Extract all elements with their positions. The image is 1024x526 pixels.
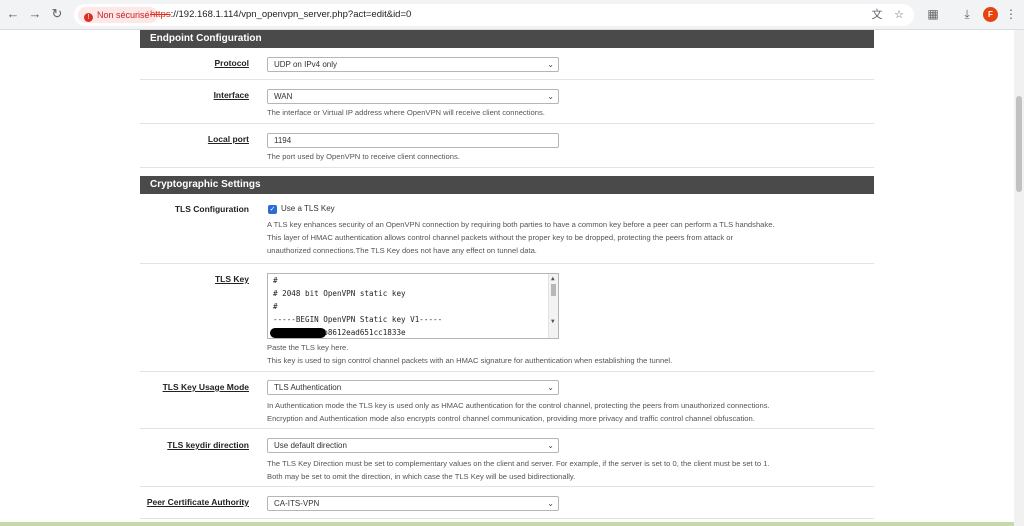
- chevron-down-icon: ⌄: [547, 441, 554, 450]
- reload-icon[interactable]: ↻: [50, 7, 64, 21]
- address-bar[interactable]: ! Non sécurisé https://192.168.1.114/vpn_…: [74, 4, 914, 26]
- interface-row: Interface WAN ⌄ The interface or Virtual …: [140, 80, 874, 124]
- protocol-row: Protocol UDP on IPv4 only ⌄: [140, 48, 874, 80]
- tls-key-label: TLS Key: [214, 274, 249, 284]
- interface-select[interactable]: WAN ⌄: [267, 89, 559, 104]
- tls-usage-row: TLS Key Usage Mode TLS Authentication ⌄ I…: [140, 372, 874, 429]
- scroll-down-icon[interactable]: ▼: [551, 318, 555, 325]
- scroll-up-icon[interactable]: ▲: [551, 275, 555, 282]
- tls-config-help-3: unauthorized connections.The TLS Key doe…: [267, 246, 537, 255]
- tls-usage-select[interactable]: TLS Authentication ⌄: [267, 380, 559, 395]
- tls-key-help-2: This key is used to sign control channel…: [267, 356, 673, 365]
- bottom-divider: [0, 522, 1014, 526]
- download-icon[interactable]: ⤓: [960, 7, 974, 21]
- scroll-thumb[interactable]: [551, 284, 556, 296]
- protocol-select[interactable]: UDP on IPv4 only ⌄: [267, 57, 559, 72]
- chevron-down-icon: ⌄: [547, 499, 554, 508]
- tls-config-help-1: A TLS key enhances security of an OpenVP…: [267, 220, 775, 229]
- back-icon[interactable]: ←: [6, 7, 20, 21]
- tls-key-textarea[interactable]: # # 2048 bit OpenVPN static key # -----B…: [267, 273, 559, 339]
- tls-usage-label: TLS Key Usage Mode: [162, 382, 249, 392]
- tls-key-row: TLS Key # # 2048 bit OpenVPN static key …: [140, 264, 874, 372]
- tls-keydir-select[interactable]: Use default direction ⌄: [267, 438, 559, 453]
- tls-keydir-help-2: Both may be set to omit the direction, i…: [267, 472, 576, 481]
- endpoint-section-header: Endpoint Configuration: [140, 30, 874, 48]
- interface-label: Interface: [213, 90, 249, 100]
- interface-help: The interface or Virtual IP address wher…: [267, 108, 545, 117]
- local-port-row: Local port 1194 The port used by OpenVPN…: [140, 124, 874, 168]
- security-chip[interactable]: ! Non sécurisé: [78, 7, 158, 23]
- warning-icon: !: [84, 13, 93, 22]
- peer-ca-label: Peer Certificate Authority: [146, 497, 249, 507]
- profile-avatar[interactable]: F: [983, 7, 998, 22]
- tls-keydir-help-1: The TLS Key Direction must be set to com…: [267, 459, 770, 468]
- browser-toolbar: ← → ↻ ! Non sécurisé https://192.168.1.11…: [0, 0, 1024, 30]
- use-tls-key-checkbox[interactable]: ✓: [268, 205, 277, 214]
- tls-key-help-1: Paste the TLS key here.: [267, 343, 349, 352]
- textarea-scrollbar[interactable]: ▲ ▼: [548, 274, 558, 338]
- local-port-input[interactable]: 1194: [267, 133, 559, 148]
- security-label: Non sécurisé: [97, 10, 150, 20]
- chevron-down-icon: ⌄: [547, 92, 554, 101]
- crypto-section-header: Cryptographic Settings: [140, 176, 874, 194]
- tls-config-help-2: This layer of HMAC authentication allows…: [267, 233, 733, 242]
- bookmark-star-icon[interactable]: ☆: [892, 8, 906, 22]
- tls-usage-help-2: Encryption and Authentication mode also …: [267, 414, 755, 423]
- tls-config-label: TLS Configuration: [174, 204, 249, 214]
- redaction-mark: [270, 328, 326, 338]
- chevron-down-icon: ⌄: [547, 383, 554, 392]
- tls-usage-help-1: In Authentication mode the TLS key is us…: [267, 401, 770, 410]
- menu-icon[interactable]: ⋮: [1004, 7, 1018, 21]
- protocol-label: Protocol: [214, 58, 249, 68]
- local-port-label: Local port: [207, 134, 249, 144]
- page-scroll-thumb[interactable]: [1016, 96, 1022, 192]
- forward-icon[interactable]: →: [28, 7, 42, 21]
- url-text[interactable]: https://192.168.1.114/vpn_openvpn_server…: [150, 4, 411, 26]
- extensions-icon[interactable]: ▦: [926, 7, 940, 21]
- peer-ca-select[interactable]: CA-ITS-VPN ⌄: [267, 496, 559, 511]
- local-port-help: The port used by OpenVPN to receive clie…: [267, 152, 460, 161]
- tls-keydir-label: TLS keydir direction: [167, 440, 249, 450]
- peer-ca-row: Peer Certificate Authority CA-ITS-VPN ⌄: [140, 487, 874, 519]
- tls-config-row: TLS Configuration ✓ Use a TLS Key A TLS …: [140, 194, 874, 264]
- tls-keydir-row: TLS keydir direction Use default directi…: [140, 429, 874, 487]
- use-tls-key-label: Use a TLS Key: [281, 204, 335, 213]
- page-scrollbar[interactable]: [1014, 30, 1024, 526]
- translate-icon[interactable]: 文: [870, 8, 884, 22]
- chevron-down-icon: ⌄: [547, 60, 554, 69]
